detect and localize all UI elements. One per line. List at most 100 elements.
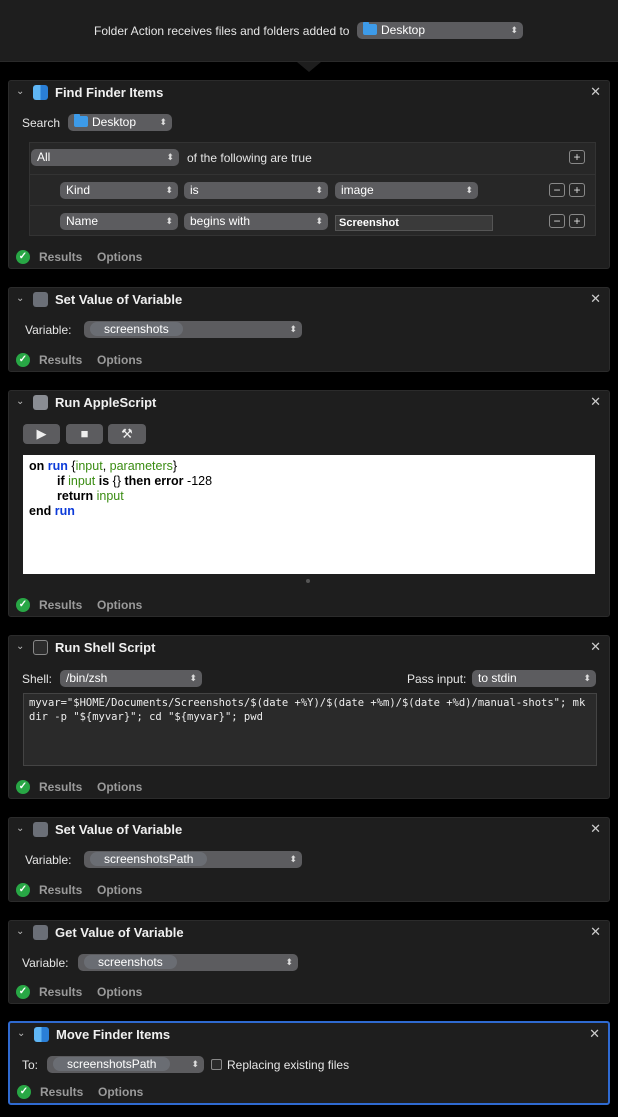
options-tab[interactable]: Options: [97, 250, 142, 264]
flow-connector: [298, 799, 320, 813]
remove-condition-button[interactable]: −: [549, 214, 565, 228]
add-condition-button[interactable]: +: [569, 183, 585, 197]
shell-script-editor[interactable]: myvar="$HOME/Documents/Screenshots/$(dat…: [23, 693, 597, 766]
condition-field-value: Kind: [66, 183, 91, 197]
conditions-box: All ⬍ of the following are true + Kind ⬍…: [29, 142, 596, 236]
action-set-value-of-variable[interactable]: ⌄ Set Value of Variable ✕ Variable: scre…: [8, 287, 610, 372]
hammer-icon: ⚒: [121, 426, 133, 441]
action-move-finder-items[interactable]: ⌄ Move Finder Items ✕ To: screenshotsPat…: [8, 1021, 610, 1105]
condition-field-popup[interactable]: Name ⬍: [60, 213, 178, 230]
checkmark-icon: ✓: [17, 1085, 31, 1099]
variable-label: Variable:: [25, 853, 72, 867]
variable-popup[interactable]: screenshots ⬍: [78, 954, 298, 971]
code-token: {}: [112, 474, 121, 488]
variable-popup[interactable]: screenshotsPath ⬍: [84, 851, 302, 868]
action-run-applescript[interactable]: ⌄ Run AppleScript ✕ ▶ ■ ⚒ on run {input,…: [8, 390, 610, 617]
variable-icon: [33, 925, 48, 940]
updown-chevron-icon: ⬍: [583, 673, 591, 683]
code-token: error: [154, 474, 184, 488]
results-tab[interactable]: Results: [39, 985, 82, 999]
checkmark-icon: ✓: [16, 598, 30, 612]
close-icon[interactable]: ✕: [590, 821, 601, 837]
results-tab[interactable]: Results: [39, 353, 82, 367]
options-tab[interactable]: Options: [97, 985, 142, 999]
options-tab[interactable]: Options: [97, 780, 142, 794]
disclosure-chevron-icon[interactable]: ⌄: [16, 641, 24, 652]
action-header: ⌄ Move Finder Items ✕: [10, 1023, 608, 1045]
action-get-value-of-variable[interactable]: ⌄ Get Value of Variable ✕ Variable: scre…: [8, 920, 610, 1004]
folder-popup-value: Desktop: [381, 23, 426, 37]
condition-row: Name ⬍ begins with ⬍ Screenshot − +: [30, 205, 595, 235]
code-token: if: [57, 474, 65, 488]
disclosure-chevron-icon[interactable]: ⌄: [16, 926, 24, 937]
results-tab[interactable]: Results: [39, 250, 82, 264]
destination-popup[interactable]: screenshotsPath ⬍: [47, 1056, 204, 1073]
stop-button[interactable]: ■: [66, 424, 103, 444]
code-token: -128: [187, 474, 213, 488]
options-tab[interactable]: Options: [98, 1085, 143, 1099]
pass-input-popup[interactable]: to stdin ⬍: [472, 670, 596, 687]
close-icon[interactable]: ✕: [590, 924, 601, 940]
action-footer: ✓ Results Options: [10, 1081, 608, 1103]
checkmark-icon: ✓: [16, 985, 30, 999]
condition-operator-popup[interactable]: begins with ⬍: [184, 213, 328, 230]
match-text: of the following are true: [187, 151, 312, 165]
action-title: Find Finder Items: [55, 85, 164, 100]
flow-connector: [298, 1004, 320, 1018]
disclosure-chevron-icon[interactable]: ⌄: [16, 293, 24, 304]
close-icon[interactable]: ✕: [590, 639, 601, 655]
replace-checkbox[interactable]: [211, 1059, 222, 1070]
remove-condition-button[interactable]: −: [549, 183, 565, 197]
shell-popup[interactable]: /bin/zsh ⬍: [60, 670, 202, 687]
results-tab[interactable]: Results: [40, 1085, 83, 1099]
options-tab[interactable]: Options: [97, 883, 142, 897]
condition-field-popup[interactable]: Kind ⬍: [60, 182, 178, 199]
code-token: parameters: [109, 459, 173, 473]
condition-operator-popup[interactable]: is ⬍: [184, 182, 328, 199]
action-header: ⌄ Set Value of Variable ✕: [9, 818, 609, 840]
code-token: }: [172, 459, 178, 473]
condition-operator-value: begins with: [190, 214, 251, 228]
close-icon[interactable]: ✕: [589, 1026, 600, 1042]
folder-icon: [363, 22, 377, 35]
close-icon[interactable]: ✕: [590, 394, 601, 410]
variable-label: Variable:: [25, 323, 72, 337]
disclosure-chevron-icon[interactable]: ⌄: [16, 396, 24, 407]
options-tab[interactable]: Options: [97, 598, 142, 612]
folder-action-label: Folder Action receives files and folders…: [94, 24, 350, 38]
results-tab[interactable]: Results: [39, 598, 82, 612]
action-run-shell-script[interactable]: ⌄ Run Shell Script ✕ Shell: /bin/zsh ⬍ P…: [8, 635, 610, 799]
add-condition-button[interactable]: +: [569, 150, 585, 164]
disclosure-chevron-icon[interactable]: ⌄: [17, 1028, 25, 1039]
condition-operator-value: is: [190, 183, 199, 197]
search-location-popup[interactable]: Desktop ⬍: [68, 114, 172, 131]
close-icon[interactable]: ✕: [590, 84, 601, 100]
results-tab[interactable]: Results: [39, 883, 82, 897]
replace-label: Replacing existing files: [227, 1058, 350, 1072]
add-condition-button[interactable]: +: [569, 214, 585, 228]
match-mode-popup[interactable]: All ⬍: [31, 149, 179, 166]
options-tab[interactable]: Options: [97, 353, 142, 367]
updown-chevron-icon: ⬍: [315, 185, 323, 195]
disclosure-chevron-icon[interactable]: ⌄: [16, 823, 24, 834]
updown-chevron-icon: ⬍: [510, 25, 518, 35]
folder-popup[interactable]: Desktop ⬍: [357, 22, 523, 39]
results-tab[interactable]: Results: [39, 780, 82, 794]
code-token: then: [124, 474, 151, 488]
resize-handle[interactable]: [306, 579, 310, 583]
variable-popup[interactable]: screenshots ⬍: [84, 321, 302, 338]
condition-value-popup[interactable]: image ⬍: [335, 182, 478, 199]
disclosure-chevron-icon[interactable]: ⌄: [16, 86, 24, 97]
action-find-finder-items[interactable]: ⌄ Find Finder Items ✕ Search Desktop ⬍ A…: [8, 80, 610, 269]
condition-text-field[interactable]: Screenshot: [335, 215, 493, 231]
action-footer: ✓ Results Options: [9, 246, 609, 268]
close-icon[interactable]: ✕: [590, 291, 601, 307]
compile-button[interactable]: ⚒: [108, 424, 146, 444]
action-title: Run Shell Script: [55, 640, 156, 655]
run-button[interactable]: ▶: [23, 424, 60, 444]
checkmark-icon: ✓: [16, 250, 30, 264]
applescript-editor[interactable]: on run {input, parameters} if input is {…: [23, 455, 595, 574]
folder-icon: [74, 114, 88, 127]
updown-chevron-icon: ⬍: [165, 216, 173, 226]
action-set-value-of-variable[interactable]: ⌄ Set Value of Variable ✕ Variable: scre…: [8, 817, 610, 902]
